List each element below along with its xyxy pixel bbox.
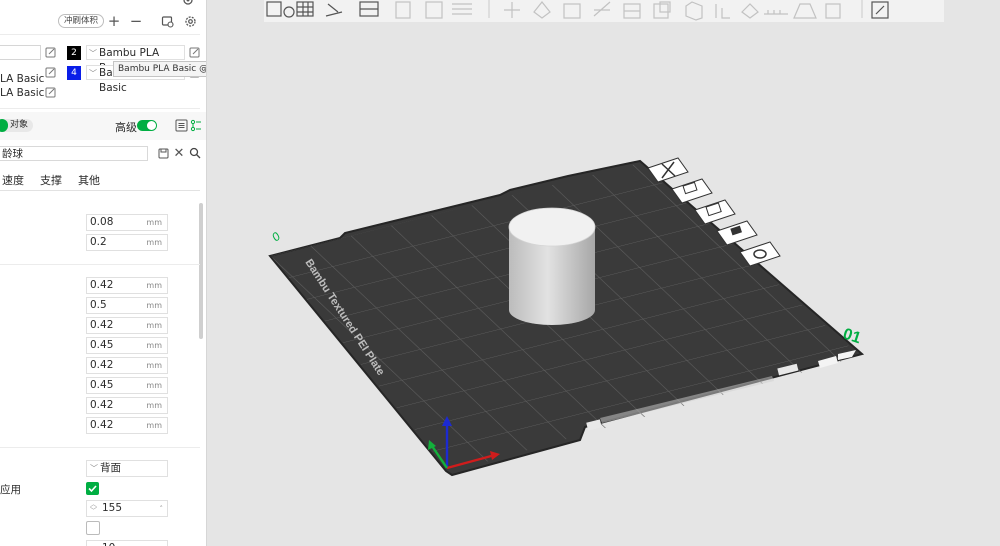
value: 0.42 <box>90 279 114 291</box>
line-width-field[interactable]: 0.45 mm <box>86 377 168 394</box>
initial-layer-height-field[interactable]: 0.2 mm <box>86 234 168 251</box>
apply-label: 应用 <box>0 484 21 496</box>
line-width-field[interactable]: 0.5 mm <box>86 297 168 314</box>
edit-icon[interactable] <box>45 87 56 98</box>
tab-speed[interactable]: 速度 <box>2 172 24 188</box>
filament-5-name[interactable]: LA Basic <box>0 87 44 99</box>
remove-icon[interactable]: − <box>130 12 143 30</box>
tab-others[interactable]: 其他 <box>78 172 100 188</box>
apply-checkbox[interactable] <box>86 482 99 495</box>
value: 0.42 <box>90 399 114 411</box>
gear-icon[interactable] <box>183 14 197 28</box>
check-icon <box>88 485 97 493</box>
sidebar-scrollbar[interactable] <box>199 203 203 339</box>
settings-icon[interactable] <box>182 0 194 6</box>
flush-volume-button[interactable]: 冲刷体积 <box>58 14 105 28</box>
value: 0.42 <box>90 359 114 371</box>
settings-sidebar: 冲刷体积 + − LA Basic LA Basic 2 4 ﹀ Bambu P… <box>0 0 207 546</box>
spin-field[interactable]: ︿ ﹀ 155 ˄ <box>86 500 168 517</box>
caret-icon: ˄ <box>159 505 164 513</box>
value: 0.45 <box>90 379 114 391</box>
edit-icon[interactable] <box>45 67 56 78</box>
filament-slot-2-combo[interactable]: ﹀ Bambu PLA Basic <box>86 45 185 74</box>
unit-label: mm <box>146 361 162 370</box>
add-icon[interactable]: + <box>108 12 121 30</box>
filament-1-combo[interactable] <box>0 45 41 60</box>
value: 0.42 <box>90 319 114 331</box>
unit-label: mm <box>146 301 162 310</box>
toggle-knob <box>147 121 156 130</box>
unit-label: mm <box>146 421 162 430</box>
filament-3-name[interactable]: LA Basic <box>0 73 44 85</box>
edit-icon[interactable] <box>45 47 56 58</box>
line-width-field[interactable]: 0.42 mm <box>86 397 168 414</box>
line-width-field[interactable]: 0.45 mm <box>86 337 168 354</box>
seam-position-select[interactable]: ﹀ 背面 <box>86 460 168 477</box>
filament-slot-4-swatch[interactable]: 4 <box>67 66 81 80</box>
filament-tooltip: Bambu PLA Basic @BBL A1M <box>113 61 206 77</box>
spin-value: 155 <box>102 502 123 514</box>
unit-label: mm <box>146 341 162 350</box>
unit-label: mm <box>146 321 162 330</box>
value: 0.45 <box>90 339 114 351</box>
filament-slot-2-swatch[interactable]: 2 <box>67 46 81 60</box>
chevron-down-icon: ﹀ <box>90 464 98 473</box>
value: 0.08 <box>90 216 114 228</box>
value: 0.5 <box>90 299 107 311</box>
unit-label: mm <box>146 381 162 390</box>
cylinder-object[interactable] <box>508 207 596 325</box>
global-toggle-dot <box>0 119 8 132</box>
line-width-field[interactable]: 0.42 mm <box>86 277 168 294</box>
layer-height-field[interactable]: 0.08 mm <box>86 214 168 231</box>
tab-support[interactable]: 支撑 <box>40 172 62 188</box>
spin-arrows-icon: ︿ ﹀ <box>90 500 97 515</box>
sync-filament-icon[interactable] <box>160 14 174 28</box>
line-width-field[interactable]: 0.42 mm <box>86 357 168 374</box>
unit-label: mm <box>146 401 162 410</box>
process-preset-combo[interactable]: 龄球 <box>0 146 148 161</box>
unit-label: mm <box>146 218 162 227</box>
line-width-field[interactable]: 0.42 mm <box>86 317 168 334</box>
compare-icon[interactable] <box>190 119 202 132</box>
chevron-down-icon: ﹀ <box>89 69 97 78</box>
search-icon[interactable] <box>189 147 201 159</box>
object-label: 对象 <box>10 120 29 130</box>
advanced-toggle[interactable] <box>137 120 157 131</box>
chevron-down-icon: ﹀ <box>89 49 97 58</box>
line-width-field[interactable]: 0.42 mm <box>86 417 168 434</box>
option-checkbox[interactable] <box>86 521 100 535</box>
origin-mark: 0 <box>269 229 283 244</box>
edit-icon[interactable] <box>189 47 200 58</box>
list-view-icon[interactable] <box>175 119 188 132</box>
value: 0.42 <box>90 419 114 431</box>
unit-label: mm <box>146 238 162 247</box>
close-icon[interactable]: ✕ <box>173 146 185 161</box>
value: 0.2 <box>90 236 107 248</box>
spin-field-partial[interactable]: 10 <box>86 540 168 546</box>
save-icon[interactable] <box>157 147 169 159</box>
build-plate-scene[interactable]: Bambu Textured PEI Plate 01 0 <box>207 0 1000 546</box>
advanced-label: 高级 <box>115 121 137 134</box>
3d-viewport[interactable]: Bambu Textured PEI Plate 01 0 <box>207 0 1000 546</box>
object-toggle[interactable]: 对象 <box>0 119 34 132</box>
spin-value: 10 <box>102 542 115 546</box>
select-value: 背面 <box>100 462 121 474</box>
unit-label: mm <box>146 281 162 290</box>
